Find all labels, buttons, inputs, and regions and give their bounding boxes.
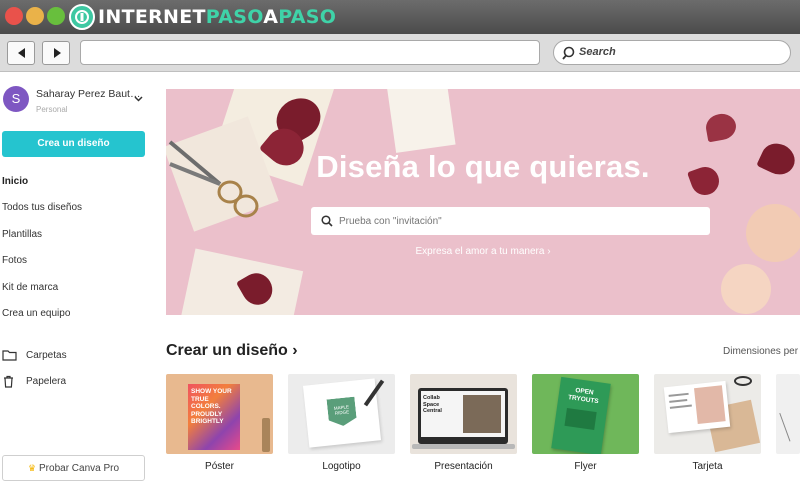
section-title[interactable]: Crear un diseño ›	[166, 342, 298, 360]
design-card-label: Logotipo	[322, 461, 361, 472]
minimize-window-button[interactable]	[26, 7, 44, 25]
arrow-right-icon	[54, 48, 61, 58]
hero-title: Diseña lo que quieras.	[316, 149, 650, 184]
poster-art-text: SHOW YOUR TRUE COLORS. PROUDLY BRIGHTLY	[191, 388, 232, 425]
card-text-line	[669, 398, 688, 403]
partial-card-sketch	[779, 408, 800, 442]
folder-icon	[2, 350, 17, 361]
create-design-button[interactable]: Crea un diseño	[2, 131, 145, 157]
back-button[interactable]	[7, 41, 35, 65]
sidebar-item-inicio[interactable]: Inicio	[2, 176, 28, 187]
design-card-flyer[interactable]: OPEN TRYOUTS	[532, 374, 639, 454]
browser-search-label: Search	[579, 46, 616, 58]
sidebar-item-plantillas[interactable]: Plantillas	[2, 229, 42, 240]
forward-button[interactable]	[42, 41, 70, 65]
sidebar-item-crea-un-equipo[interactable]: Crea un equipo	[2, 308, 70, 319]
sidebar-item-carpetas[interactable]: Carpetas	[2, 350, 102, 364]
laptop-thumbnail: Collab Space Central	[418, 388, 508, 444]
hero-decoration-petal	[703, 111, 739, 143]
arrow-left-icon	[18, 48, 25, 58]
site-brand-logo: INTERNETPASOAPASO	[98, 6, 337, 28]
browser-titlebar: INTERNETPASOAPASO	[0, 0, 800, 34]
card-thumbnail	[663, 380, 731, 434]
slide-photo	[463, 395, 501, 433]
chevron-down-icon[interactable]	[134, 96, 143, 102]
close-window-button[interactable]	[5, 7, 23, 25]
logo-badge-icon: MAPLE RIDGE	[327, 397, 358, 428]
poster-thumbnail: SHOW YOUR TRUE COLORS. PROUDLY BRIGHTLY	[188, 384, 240, 450]
sidebar-item-todos-tus-disenos[interactable]: Todos tus diseños	[2, 202, 82, 213]
hero-decoration-paper	[386, 89, 456, 153]
user-role: Personal	[36, 105, 68, 114]
try-canva-pro-button[interactable]: ♛ Probar Canva Pro	[2, 455, 145, 481]
design-card-label: Tarjeta	[692, 461, 723, 472]
flyer-thumbnail: OPEN TRYOUTS	[551, 376, 611, 454]
logo-art-text: MAPLE RIDGE	[333, 404, 350, 416]
design-card-label: Póster	[205, 461, 234, 472]
hero-decoration-macaron	[721, 264, 771, 314]
design-card-label: Flyer	[574, 461, 597, 472]
sidebar: S Saharay Perez Baut… Personal Crea un d…	[0, 72, 160, 500]
user-name[interactable]: Saharay Perez Baut…	[36, 88, 140, 100]
flyer-photo	[564, 407, 597, 430]
sidebar-item-papelera[interactable]: Papelera	[2, 375, 102, 390]
design-card-poster[interactable]: SHOW YOUR TRUE COLORS. PROUDLY BRIGHTLY	[166, 374, 273, 454]
design-card-card[interactable]	[654, 374, 761, 454]
trash-icon	[4, 375, 13, 388]
url-bar[interactable]	[80, 40, 540, 65]
hero-banner: Diseña lo que quieras. Expresa el amor a…	[166, 89, 800, 315]
card-text-line	[669, 404, 692, 409]
sidebar-item-kit-de-marca[interactable]: Kit de marca	[2, 282, 58, 293]
sidebar-item-label: Carpetas	[26, 350, 67, 361]
hero-search-input[interactable]	[339, 212, 699, 230]
hero-search-field[interactable]	[311, 207, 710, 235]
card-text-line	[668, 392, 689, 397]
browser-toolbar: Search	[0, 34, 800, 72]
custom-dimensions-link[interactable]: Dimensiones per	[723, 346, 798, 357]
slide-thumbnail: Collab Space Central	[421, 391, 505, 437]
laptop-base	[412, 444, 515, 449]
sidebar-item-label: Papelera	[26, 376, 67, 387]
search-icon	[562, 46, 575, 60]
design-card-partial[interactable]	[776, 374, 800, 454]
slide-art-text: Collab Space Central	[423, 395, 442, 414]
search-icon	[321, 215, 333, 227]
crown-icon: ♛	[27, 463, 37, 473]
hero-subtitle-link[interactable]: Expresa el amor a tu manera ›	[166, 246, 800, 257]
logo-thumbnail-paper: MAPLE RIDGE	[302, 378, 382, 448]
maximize-window-button[interactable]	[47, 7, 65, 25]
flyer-art-text: OPEN TRYOUTS	[567, 386, 600, 405]
design-card-logo[interactable]: MAPLE RIDGE	[288, 374, 395, 454]
design-card-label: Presentación	[434, 461, 493, 472]
pro-button-label: Probar Canva Pro	[39, 463, 120, 474]
poster-decoration-cup	[262, 418, 270, 452]
internetpasoapaso-logo-icon	[69, 4, 95, 30]
glasses-decoration	[734, 376, 752, 386]
sidebar-item-fotos[interactable]: Fotos	[2, 255, 27, 266]
card-photo	[694, 385, 726, 425]
design-card-presentation[interactable]: Collab Space Central	[410, 374, 517, 454]
browser-search-field[interactable]: Search	[553, 40, 791, 65]
avatar[interactable]: S	[3, 86, 29, 112]
